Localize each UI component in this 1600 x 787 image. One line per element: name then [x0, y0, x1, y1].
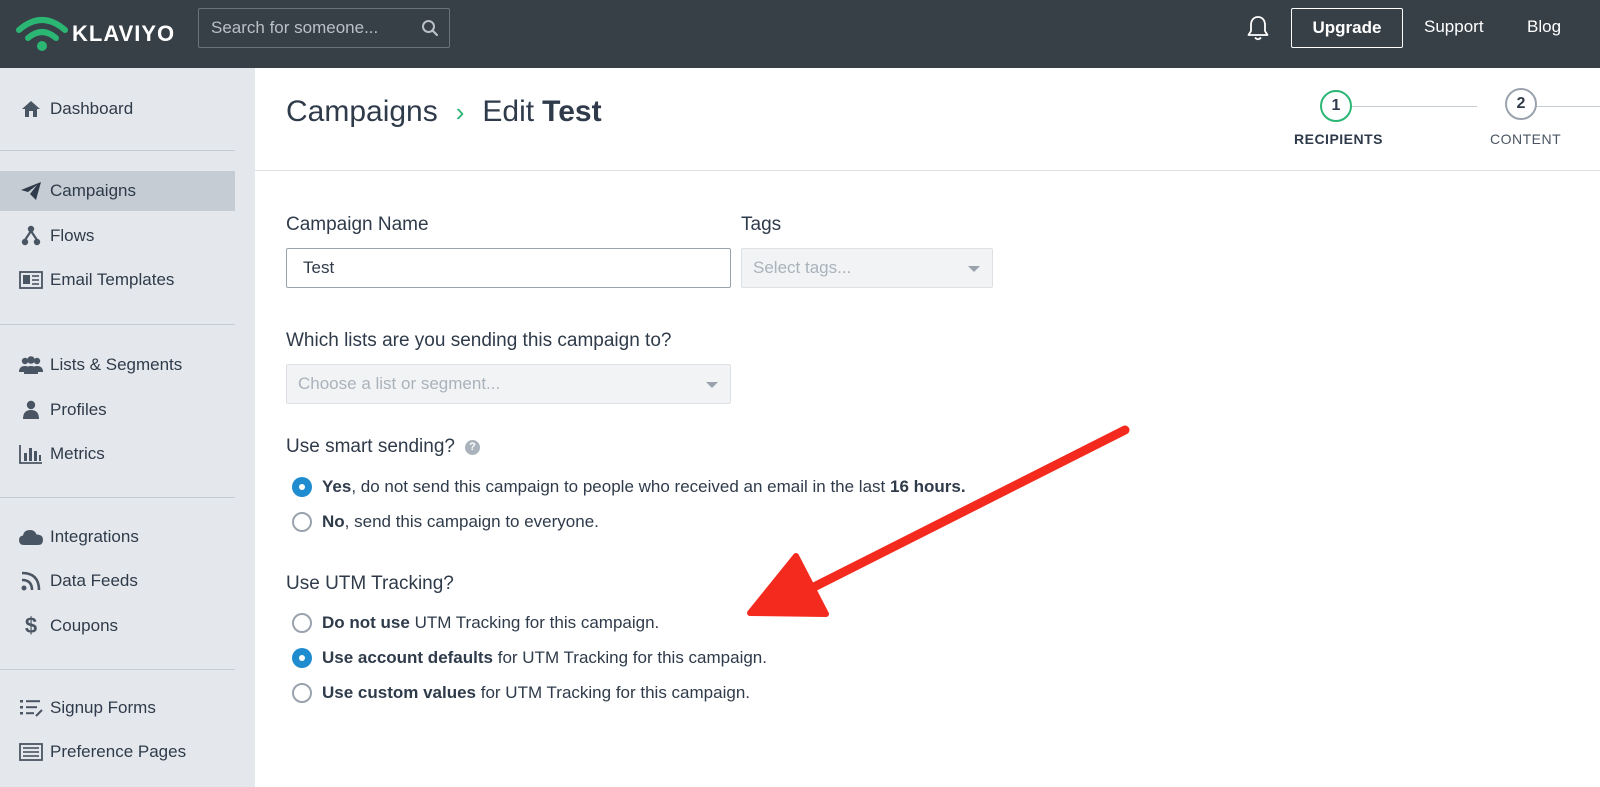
radio-custom-values[interactable] [292, 683, 312, 703]
utm-custom-values-option[interactable]: Use custom values for UTM Tracking for t… [292, 683, 750, 703]
support-link[interactable]: Support [1424, 17, 1484, 37]
option-bold: No [322, 512, 345, 531]
list-icon [18, 697, 44, 719]
sidebar-item-label: Metrics [50, 444, 105, 463]
sidebar-item-email-templates[interactable]: Email Templates [0, 260, 235, 300]
step-2-label[interactable]: CONTENT [1490, 131, 1561, 147]
sidebar-item-label: Campaigns [50, 181, 136, 200]
sidebar-item-label: Preference Pages [50, 742, 187, 761]
top-bar: KLAVIYO Upgrade Support Blog [0, 0, 1600, 68]
smart-sending-label-text: Use smart sending? [286, 436, 455, 457]
sidebar-item-signup-forms[interactable]: Signup Forms [0, 688, 235, 728]
option-text: for UTM Tracking for this campaign. [476, 683, 750, 702]
campaign-name-input[interactable]: Test [286, 248, 731, 288]
option-bold: Yes [322, 477, 352, 496]
sidebar-item-coupons[interactable]: $ Coupons [0, 606, 235, 646]
klaviyo-logo[interactable]: KLAVIYO [16, 10, 175, 58]
dollar-icon: $ [24, 613, 38, 638]
smart-sending-yes-option[interactable]: Yes, do not send this campaign to people… [292, 477, 966, 497]
search-icon[interactable] [421, 19, 439, 37]
utm-account-defaults-option[interactable]: Use account defaults for UTM Tracking fo… [292, 648, 767, 668]
radio-yes[interactable] [292, 477, 312, 497]
radio-no[interactable] [292, 512, 312, 532]
page-title: Test [542, 95, 602, 128]
search-input[interactable] [199, 9, 449, 47]
smart-sending-no-option[interactable]: No, send this campaign to everyone. [292, 512, 599, 532]
chevron-right-icon: › [455, 96, 465, 127]
option-text: UTM Tracking for this campaign. [409, 613, 660, 632]
sidebar-divider [0, 669, 235, 670]
caret-down-icon [968, 266, 980, 272]
sidebar: Dashboard Campaigns Flows Email Template… [0, 68, 255, 787]
sidebar-item-label: Signup Forms [50, 698, 156, 717]
radio-do-not-use[interactable] [292, 613, 312, 633]
option-text: for UTM Tracking for this campaign. [493, 648, 767, 667]
wifi-logo-icon [16, 17, 68, 51]
option-text: , do not send this campaign to people wh… [351, 477, 890, 496]
option-bold: Do not use [322, 613, 410, 632]
step-2-circle[interactable]: 2 [1505, 88, 1537, 120]
search-box[interactable] [198, 8, 450, 48]
step-1-circle[interactable]: 1 [1320, 90, 1352, 122]
sidebar-item-label: Lists & Segments [50, 355, 183, 374]
sidebar-divider [0, 497, 235, 498]
sidebar-item-dashboard[interactable]: Dashboard [0, 89, 235, 129]
blog-link[interactable]: Blog [1527, 17, 1561, 37]
option-text: , send this campaign to everyone. [344, 512, 599, 531]
breadcrumb: Campaigns › Edit Test [286, 95, 602, 129]
radio-account-defaults[interactable] [292, 648, 312, 668]
sidebar-item-label: Email Templates [50, 270, 175, 289]
tags-label: Tags [741, 214, 782, 235]
lists-placeholder: Choose a list or segment... [298, 374, 501, 393]
user-icon [18, 399, 44, 421]
rss-icon [18, 570, 44, 592]
sidebar-item-campaigns[interactable]: Campaigns [0, 171, 235, 211]
page-title-prefix: Edit [482, 95, 535, 128]
brand-name: KLAVIYO [72, 21, 176, 46]
sidebar-item-flows[interactable]: Flows [0, 216, 235, 256]
lists-select[interactable]: Choose a list or segment... [286, 364, 731, 404]
upgrade-button[interactable]: Upgrade [1291, 8, 1403, 48]
sidebar-divider [0, 150, 235, 151]
paper-plane-icon [18, 180, 44, 202]
lists-label: Which lists are you sending this campaig… [286, 330, 672, 351]
sidebar-item-lists-segments[interactable]: Lists & Segments [0, 345, 235, 385]
step-connector [1335, 106, 1477, 107]
sidebar-divider [0, 324, 235, 325]
cloud-icon [18, 526, 44, 548]
home-icon [18, 98, 44, 120]
breadcrumb-campaigns-link[interactable]: Campaigns [286, 95, 438, 129]
sidebar-item-label: Profiles [50, 400, 107, 419]
bar-chart-icon [18, 443, 44, 465]
sidebar-item-metrics[interactable]: Metrics [0, 434, 235, 474]
tags-select[interactable]: Select tags... [741, 248, 993, 288]
sidebar-item-label: Flows [50, 226, 95, 245]
template-icon [18, 269, 44, 291]
header-divider [255, 170, 1600, 171]
help-icon[interactable]: ? [464, 440, 480, 455]
smart-sending-label: Use smart sending?? [286, 436, 480, 458]
sidebar-item-profiles[interactable]: Profiles [0, 390, 235, 430]
utm-do-not-use-option[interactable]: Do not use UTM Tracking for this campaig… [292, 613, 659, 633]
step-1-label[interactable]: RECIPIENTS [1294, 131, 1383, 147]
sidebar-item-label: Integrations [50, 527, 139, 546]
users-icon [18, 354, 44, 376]
sidebar-item-label: Dashboard [50, 99, 134, 118]
page-icon [18, 741, 44, 763]
sidebar-item-preference-pages[interactable]: Preference Pages [0, 732, 235, 772]
flows-icon [18, 225, 44, 247]
option-hours: 16 hours. [889, 477, 966, 496]
option-bold: Use custom values [322, 683, 477, 702]
bell-icon[interactable] [1246, 14, 1270, 42]
sidebar-item-label: Data Feeds [50, 571, 138, 590]
sidebar-item-integrations[interactable]: Integrations [0, 517, 235, 557]
utm-tracking-label: Use UTM Tracking? [286, 573, 454, 594]
option-bold: Use account defaults [322, 648, 493, 667]
tags-placeholder: Select tags... [753, 258, 852, 277]
campaign-name-label: Campaign Name [286, 214, 429, 235]
sidebar-item-label: Coupons [50, 616, 119, 635]
caret-down-icon [706, 382, 718, 388]
sidebar-item-data-feeds[interactable]: Data Feeds [0, 561, 235, 601]
